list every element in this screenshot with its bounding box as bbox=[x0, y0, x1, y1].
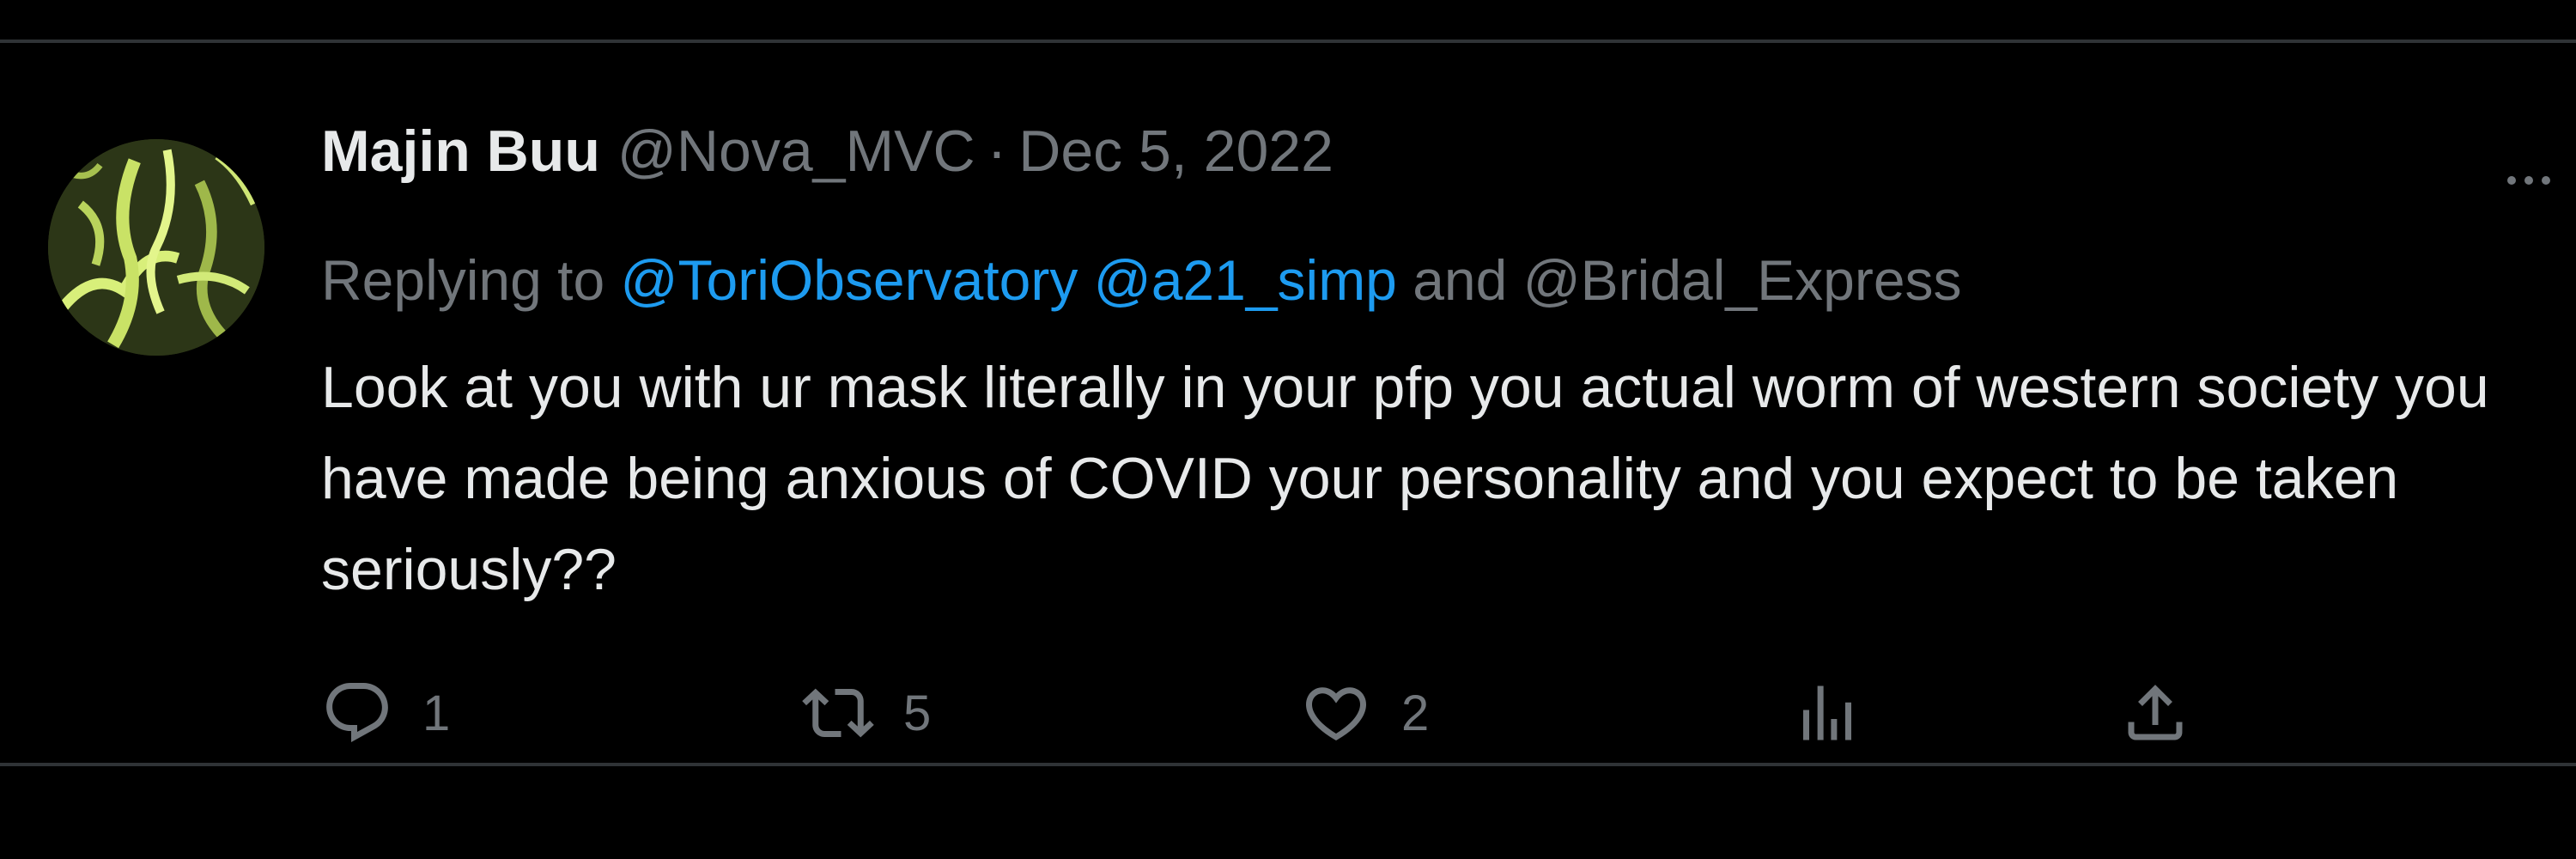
reply-button[interactable]: 1 bbox=[321, 675, 450, 751]
tweet-actions: 1 5 2 bbox=[321, 675, 2253, 751]
tweet-header: Majin Buu @Nova_MVC · Dec 5, 2022 bbox=[321, 110, 1334, 192]
more-mentions-link[interactable]: @Bridal_Express bbox=[1523, 248, 1962, 312]
tweet-frame: Majin Buu @Nova_MVC · Dec 5, 2022 Replyi… bbox=[0, 0, 2576, 859]
analytics-icon bbox=[1803, 685, 1851, 740]
more-dot-icon bbox=[2524, 176, 2533, 185]
tweet-text: Look at you with ur mask literally in yo… bbox=[321, 355, 2489, 602]
tweet-date[interactable]: Dec 5, 2022 bbox=[1018, 110, 1334, 192]
retweet-button[interactable]: 5 bbox=[802, 675, 931, 751]
author-handle[interactable]: @Nova_MVC bbox=[617, 110, 975, 192]
avatar-image bbox=[48, 139, 264, 356]
reply-context: Replying to @ToriObservatory @a21_simp a… bbox=[321, 239, 1962, 321]
replying-to-label: Replying to bbox=[321, 248, 605, 312]
analytics-button[interactable] bbox=[1791, 675, 1863, 751]
tweet-card[interactable]: Majin Buu @Nova_MVC · Dec 5, 2022 Replyi… bbox=[0, 43, 2576, 763]
more-dot-icon bbox=[2542, 176, 2550, 185]
author-display-name[interactable]: Majin Buu bbox=[321, 110, 600, 192]
retweet-count: 5 bbox=[903, 685, 932, 741]
bottom-divider bbox=[0, 763, 2576, 766]
share-icon bbox=[2128, 685, 2183, 740]
avatar[interactable] bbox=[48, 139, 264, 356]
reply-icon bbox=[326, 683, 388, 742]
like-count: 2 bbox=[1401, 685, 1430, 741]
more-options-button[interactable] bbox=[2507, 155, 2576, 206]
mention-link[interactable]: @a21_simp bbox=[1094, 248, 1397, 312]
heart-icon bbox=[1305, 687, 1367, 741]
reply-count: 1 bbox=[422, 685, 451, 741]
mention-link[interactable]: @ToriObservatory bbox=[621, 248, 1078, 312]
header-separator: · bbox=[987, 119, 1007, 184]
reply-conjunction: and bbox=[1413, 248, 1508, 312]
retweet-icon bbox=[802, 688, 874, 738]
like-button[interactable]: 2 bbox=[1300, 675, 1429, 751]
more-dot-icon bbox=[2507, 176, 2516, 185]
share-button[interactable] bbox=[2119, 675, 2191, 751]
